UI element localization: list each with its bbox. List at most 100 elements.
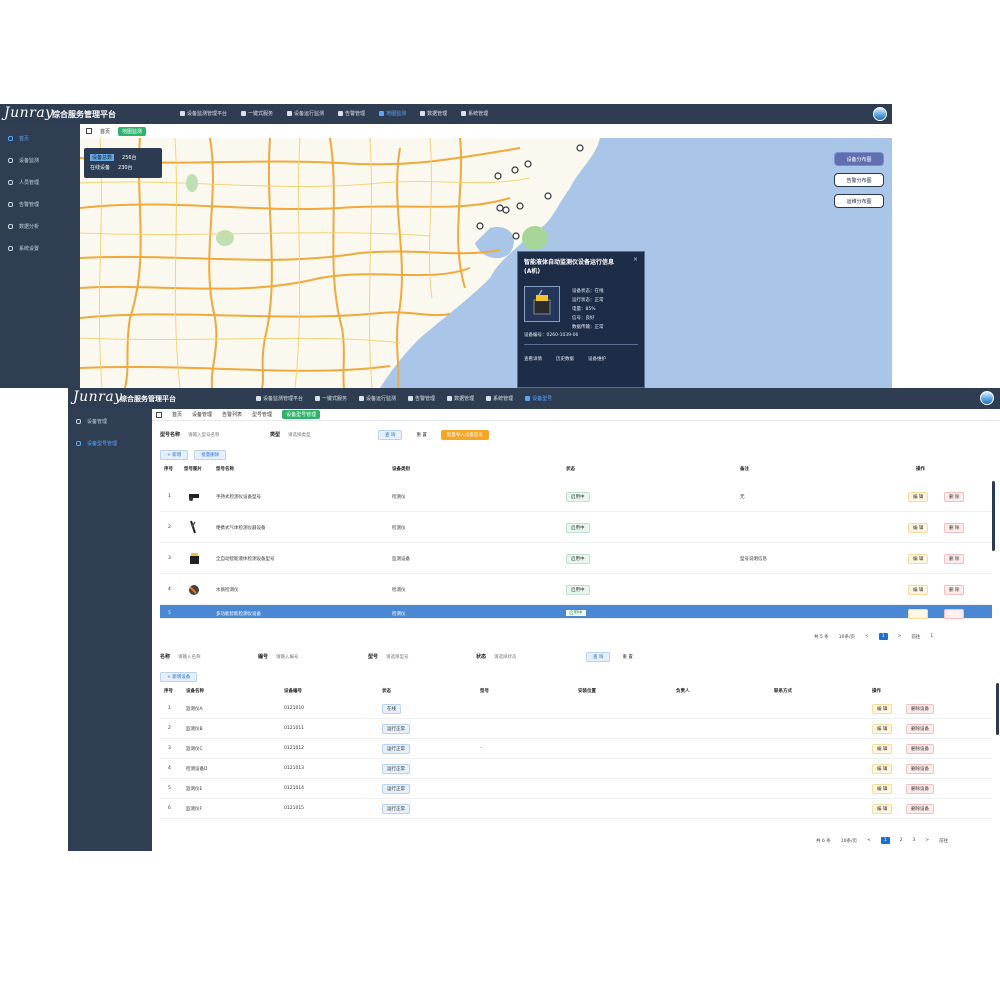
sidebar-item-analysis[interactable]: 数据分析 [8, 222, 39, 230]
edit-button[interactable]: 编 辑 [908, 492, 929, 502]
table-row[interactable]: 4 水质检测仪 检测仪 启用中 编 辑 删 除 [160, 574, 992, 605]
sidebar-item-people[interactable]: 人员管理 [8, 178, 39, 186]
reset-button[interactable]: 重 置 [622, 654, 632, 660]
batch-delete-button[interactable]: 批量删除 [194, 450, 227, 460]
nav-item-system[interactable]: 系统管理 [461, 110, 488, 117]
type-filter[interactable]: 类型 请选择类型 [270, 431, 311, 438]
nav-item-running[interactable]: 设备运行监测 [359, 395, 396, 402]
reset-button[interactable]: 重 置 [416, 432, 426, 438]
delete-device-button[interactable]: 删除设备 [906, 704, 934, 714]
tab-home[interactable]: 首页 [100, 128, 110, 135]
table-row[interactable]: 2 监测仪B 0121011 运行正常 编 辑 删除设备 [160, 719, 992, 739]
table-row[interactable]: 1 手持式检测仪设备型号 检测仪 启用中 无 编 辑 删 除 [160, 481, 992, 512]
delete-button[interactable]: 删 除 [944, 554, 965, 564]
nav-item-alarm[interactable]: 告警管理 [338, 110, 365, 117]
edit-button[interactable]: 编 辑 [872, 744, 893, 754]
nav-item-running[interactable]: 设备运行监测 [287, 110, 324, 117]
status-filter[interactable]: 状态 请选择状态 [476, 653, 517, 660]
page-2-button[interactable]: 2 [900, 838, 903, 843]
table-row[interactable]: 5 监测仪E 0121014 运行正常 编 辑 删除设备 [160, 779, 992, 799]
search-button[interactable]: 查 询 [378, 430, 403, 440]
nav-item-data[interactable]: 数据管理 [447, 395, 474, 402]
tab-alarm[interactable]: 告警列表 [222, 411, 242, 418]
table-row[interactable]: 6 监测仪F 0121015 运行正常 编 辑 删除设备 [160, 799, 992, 819]
alarm-layer-button[interactable]: 告警分布图 [834, 173, 884, 187]
edit-button[interactable]: 编 辑 [872, 724, 893, 734]
delete-device-button[interactable]: 删除设备 [906, 744, 934, 754]
status-select[interactable]: 请选择状态 [494, 654, 517, 660]
sidebar-item-home[interactable]: 首页 [8, 134, 39, 142]
prev-page-button[interactable]: < [867, 838, 871, 843]
delete-button[interactable]: 删 除 [944, 492, 965, 502]
page-size-select[interactable]: 10条/页 [841, 838, 857, 844]
edit-button[interactable]: 编 辑 [872, 764, 893, 774]
next-page-button[interactable]: > [898, 634, 902, 639]
type-select[interactable]: 请选择类型 [288, 432, 311, 438]
delete-device-button[interactable]: 删除设备 [906, 764, 934, 774]
delete-button[interactable]: 删 除 [944, 523, 965, 533]
sidebar-item-alarm[interactable]: 告警管理 [8, 200, 39, 208]
nav-item-device-platform[interactable]: 设备监测管理平台 [180, 110, 227, 117]
tab-device[interactable]: 设备管理 [192, 411, 212, 418]
nav-item-model[interactable]: 设备型号 [525, 395, 552, 402]
sidebar-item-settings[interactable]: 系统设置 [8, 244, 39, 252]
nav-item-system[interactable]: 系统管理 [486, 395, 513, 402]
table-row[interactable]: 1 监测仪A 0121010 在线 编 辑 删除设备 [160, 699, 992, 719]
edit-button[interactable]: 编 辑 [872, 804, 893, 814]
model-select[interactable]: 请选择型号 [386, 654, 409, 660]
device-layer-button[interactable]: 设备分布图 [834, 152, 884, 166]
table-row-selected[interactable]: 5 多功能智能检测仪设备 检测仪 启用中 编 辑 删 除 [160, 605, 992, 619]
page-1-button[interactable]: 1 [878, 633, 888, 640]
nav-item-one-click[interactable]: 一键式服务 [315, 395, 347, 402]
sidebar-item-device[interactable]: 设备监测 [8, 156, 39, 164]
sidebar-item-model-mgmt[interactable]: 设备型号管理 [76, 439, 117, 447]
model-name-input[interactable]: 请输入型号名称 [188, 432, 220, 438]
add-button[interactable]: + 新增 [160, 450, 189, 460]
delete-button[interactable]: 删 除 [944, 585, 965, 595]
tab-device-model[interactable]: 设备型号管理 [282, 410, 321, 419]
square-icon[interactable] [156, 411, 162, 418]
delete-button[interactable]: 删 除 [944, 609, 965, 619]
page-size-select[interactable]: 10条/页 [839, 634, 855, 640]
edit-button[interactable]: 编 辑 [908, 585, 929, 595]
delete-device-button[interactable]: 删除设备 [906, 784, 934, 794]
edit-button[interactable]: 编 辑 [908, 554, 929, 564]
add-device-button[interactable]: + 新增设备 [160, 672, 198, 682]
nav-item-device-platform[interactable]: 设备监测管理平台 [256, 395, 303, 402]
edit-button[interactable]: 编 辑 [872, 704, 893, 714]
nav-item-alarm[interactable]: 告警管理 [408, 395, 435, 402]
nav-item-map[interactable]: 地图监测 [379, 110, 406, 117]
nav-item-data[interactable]: 数据管理 [420, 110, 447, 117]
code-input[interactable]: 请输入编号 [276, 654, 299, 660]
goto-page-input[interactable]: 1 [930, 634, 933, 639]
square-icon[interactable] [86, 128, 92, 134]
model-filter[interactable]: 型号 请选择型号 [368, 653, 409, 660]
table-row[interactable]: 4 检测设备D 0121013 运行正常 编 辑 删除设备 [160, 759, 992, 779]
edit-button[interactable]: 编 辑 [908, 609, 929, 619]
nav-item-one-click[interactable]: 一键式服务 [241, 110, 273, 117]
name-filter[interactable]: 名称 请输入名称 [160, 653, 201, 660]
history-link[interactable]: 历史数据 [556, 356, 574, 362]
ops-layer-button[interactable]: 运维分布图 [834, 194, 884, 208]
edit-button[interactable]: 编 辑 [908, 523, 929, 533]
table-row[interactable]: 3 监测仪C 0121012 运行正常 - 编 辑 删除设备 [160, 739, 992, 759]
sidebar-item-device-mgmt[interactable]: 设备管理 [76, 417, 117, 425]
globe-icon[interactable] [980, 391, 994, 405]
next-page-button[interactable]: > [925, 838, 929, 843]
table-row[interactable]: 3 全自动智能液体检测设备型号 监测设备 启用中 型号说明信息 编 辑 删 除 [160, 543, 992, 574]
batch-import-button[interactable]: 批量导入设备型号 [440, 430, 489, 440]
edit-button[interactable]: 编 辑 [872, 784, 893, 794]
name-input[interactable]: 请输入名称 [178, 654, 201, 660]
tab-model[interactable]: 型号管理 [252, 411, 272, 418]
close-icon[interactable]: × [633, 256, 638, 263]
table1-scrollbar[interactable] [992, 481, 995, 551]
table-row[interactable]: 2 便携式气体检测仪器设备 检测仪 启用中 编 辑 删 除 [160, 512, 992, 543]
tab-home[interactable]: 首页 [172, 411, 182, 418]
globe-icon[interactable] [873, 107, 887, 121]
delete-device-button[interactable]: 删除设备 [906, 804, 934, 814]
page-1-button[interactable]: 1 [880, 837, 890, 844]
code-filter[interactable]: 编号 请输入编号 [258, 653, 299, 660]
search-button[interactable]: 查 询 [586, 652, 611, 662]
delete-device-button[interactable]: 删除设备 [906, 724, 934, 734]
model-name-filter[interactable]: 型号名称 请输入型号名称 [160, 431, 220, 438]
